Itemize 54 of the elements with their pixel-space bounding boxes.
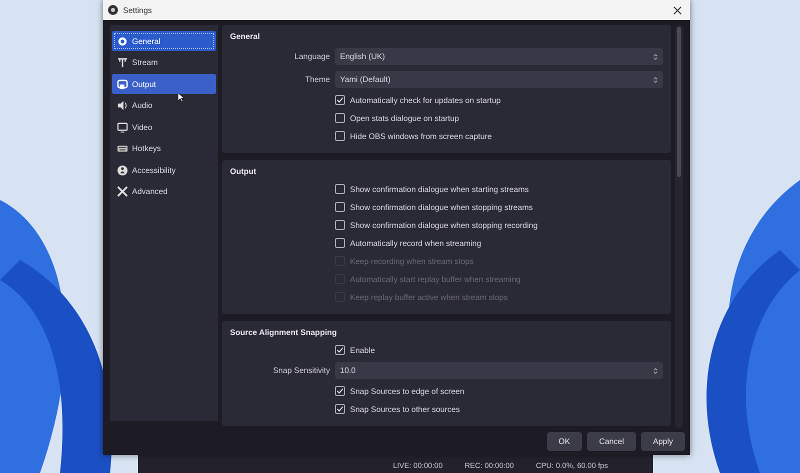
dialog-button[interactable]: Cancel xyxy=(587,432,636,451)
checkbox-option[interactable]: Hide OBS windows from screen capture xyxy=(335,131,492,141)
checkbox-option[interactable]: Open stats dialogue on startup xyxy=(335,113,459,123)
dialog-button[interactable]: OK xyxy=(546,432,582,451)
field-label: Theme xyxy=(304,75,331,84)
speaker-icon xyxy=(117,100,128,111)
dialog-button[interactable]: Apply xyxy=(640,432,685,451)
keyboard-icon xyxy=(117,143,128,154)
checkbox[interactable] xyxy=(335,202,345,212)
sidebar-item[interactable]: Hotkeys xyxy=(112,138,216,158)
person-icon xyxy=(117,164,128,176)
group-title: Output xyxy=(230,167,258,176)
checkbox-option[interactable]: Automatically record when streaming xyxy=(335,238,482,248)
updown-arrows-icon xyxy=(653,76,658,84)
checkbox[interactable] xyxy=(335,404,345,414)
app-logo-icon xyxy=(108,5,118,15)
checkbox-option[interactable]: Show confirmation dialogue when stopping recording xyxy=(335,220,538,230)
checkbox-option[interactable]: Show confirmation dialogue when starting streams xyxy=(335,184,529,194)
sidebar-item[interactable]: Accessibility xyxy=(112,160,216,180)
checkbox[interactable] xyxy=(335,238,345,248)
dropdown-field[interactable]: Yami (Default) xyxy=(335,71,663,88)
sidebar-item[interactable]: Video xyxy=(112,117,216,137)
checkbox-option[interactable]: Enable xyxy=(335,345,375,355)
sidebar-item[interactable]: Advanced xyxy=(112,182,216,202)
checkbox-option[interactable]: Snap Sources to edge of screen xyxy=(335,386,464,396)
window-title: Settings xyxy=(123,6,153,14)
group-title: General xyxy=(230,32,261,41)
checkbox-option[interactable]: Automatically check for updates on startup xyxy=(335,95,501,105)
sidebar-item[interactable]: General xyxy=(112,31,216,51)
sidebar-item[interactable]: Audio xyxy=(112,96,216,116)
checkbox[interactable] xyxy=(335,95,345,105)
mouse-pointer-icon xyxy=(178,93,184,102)
checkbox[interactable] xyxy=(335,345,345,355)
group-title: Source Alignment Snapping xyxy=(230,328,338,337)
checkbox[interactable] xyxy=(335,184,345,194)
dropdown-field[interactable]: English (UK) xyxy=(335,48,663,65)
monitor-icon xyxy=(117,122,128,132)
checkbox-option[interactable]: Snap Sources to other sources xyxy=(335,404,460,414)
number-field[interactable]: 10.0 xyxy=(335,362,663,379)
updown-arrows-icon xyxy=(653,366,658,374)
updown-arrows-icon xyxy=(653,52,658,60)
checkbox[interactable] xyxy=(335,113,345,123)
checkbox[interactable] xyxy=(335,386,345,396)
checkbox[interactable] xyxy=(335,220,345,230)
sidebar-item[interactable]: Stream xyxy=(112,52,216,72)
checkbox[interactable] xyxy=(335,131,345,141)
sidebar-item[interactable]: Output xyxy=(112,74,216,94)
scrollbar[interactable] xyxy=(675,25,683,428)
close-icon[interactable] xyxy=(673,6,682,14)
gear-icon xyxy=(117,36,128,46)
field-label: Snap Sensitivity xyxy=(272,366,331,375)
checkbox-option[interactable]: Show confirmation dialogue when stopping streams xyxy=(335,202,533,212)
antenna-icon xyxy=(117,57,128,68)
field-label: Language xyxy=(293,52,331,61)
